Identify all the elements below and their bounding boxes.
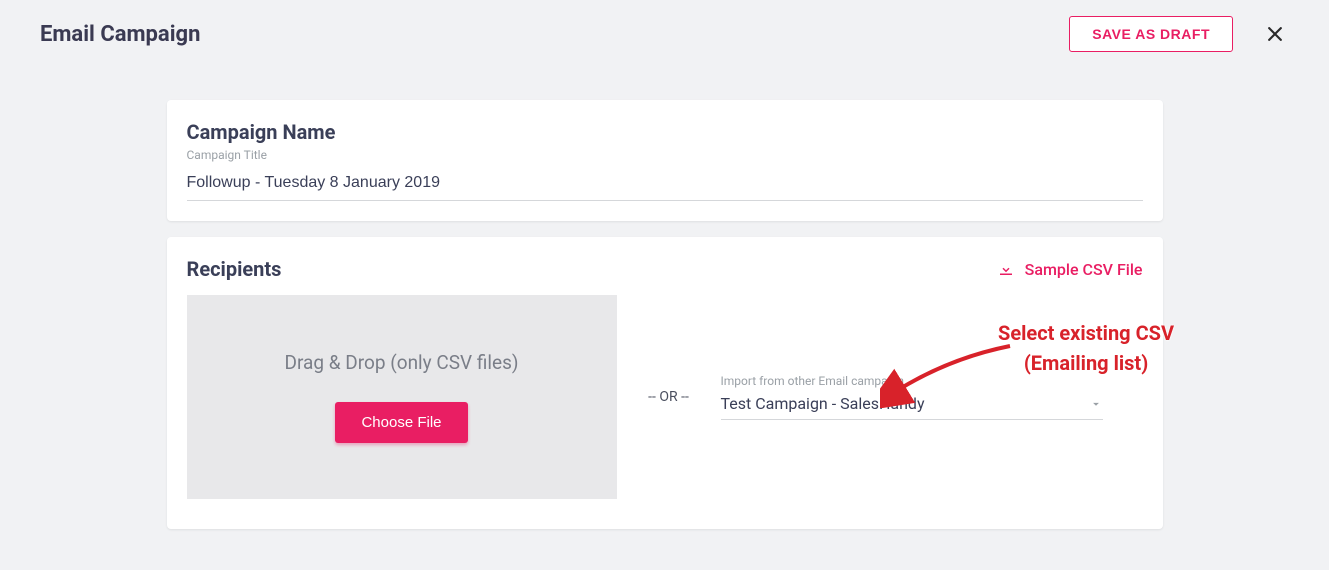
page-title: Email Campaign [40,22,1069,47]
campaign-title-input[interactable] [187,168,1143,201]
close-icon [1265,24,1285,44]
close-button[interactable] [1261,20,1289,48]
sample-csv-label: Sample CSV File [1025,260,1143,279]
dropzone-text: Drag & Drop (only CSV files) [285,351,519,374]
chevron-down-icon [1089,397,1103,411]
save-as-draft-button[interactable]: SAVE AS DRAFT [1069,16,1233,52]
csv-dropzone[interactable]: Drag & Drop (only CSV files) Choose File [187,295,617,499]
download-icon [997,260,1015,278]
import-campaign-select[interactable]: Test Campaign - SalesHandy [721,390,1103,420]
import-campaign-value: Test Campaign - SalesHandy [721,394,1089,413]
recipients-heading: Recipients [187,257,997,281]
sample-csv-link[interactable]: Sample CSV File [997,260,1143,279]
campaign-name-card: Campaign Name Campaign Title [167,100,1163,221]
recipients-card: Recipients Sample CSV File Drag & Drop (… [167,237,1163,529]
import-from-label: Import from other Email campaign [721,374,1103,388]
choose-file-button[interactable]: Choose File [335,402,467,443]
campaign-title-label: Campaign Title [187,148,1143,162]
or-separator: -- OR -- [639,389,699,405]
campaign-name-heading: Campaign Name [187,120,1143,144]
